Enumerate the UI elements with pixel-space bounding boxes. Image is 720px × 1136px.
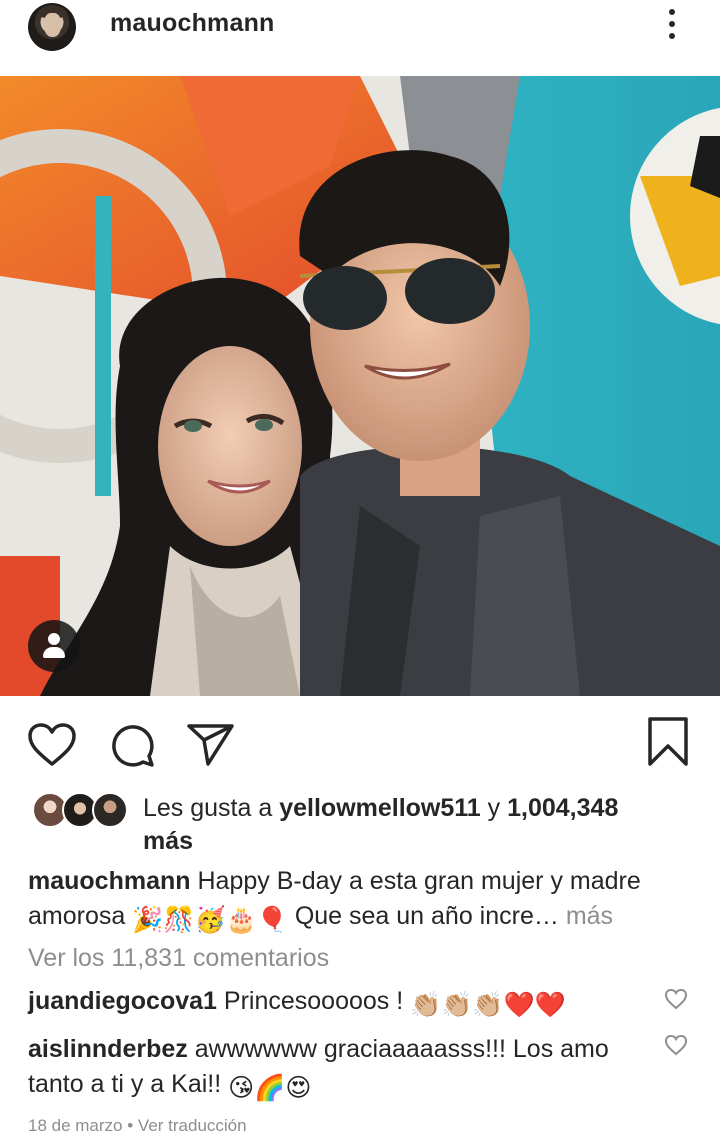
- comment-text: Princesooooos !: [223, 987, 404, 1015]
- likes-count[interactable]: 1,004,348: [507, 794, 618, 822]
- caption-emojis: 🎉🎊🥳🎂🎈: [132, 906, 288, 934]
- post-photo[interactable]: [0, 76, 720, 696]
- post-caption: mauochmann Happy B-day a esta gran mujer…: [28, 864, 688, 938]
- likes-connector: y: [487, 794, 501, 822]
- comment-emojis: 👏🏼👏🏼👏🏼❤️❤️: [410, 991, 566, 1019]
- comment-username[interactable]: juandiegocova1: [28, 987, 217, 1015]
- kebab-icon[interactable]: [660, 7, 684, 41]
- comment-like-icon[interactable]: [664, 988, 688, 1010]
- comment-like-icon[interactable]: [664, 1034, 688, 1056]
- comment-username[interactable]: aislinnderbez: [28, 1035, 188, 1063]
- profile-avatar[interactable]: [28, 3, 76, 51]
- comment-item: juandiegocova1 Princesooooos ! 👏🏼👏🏼👏🏼❤️❤…: [28, 984, 648, 1023]
- comment-item: aislinnderbez awwwwww graciaaaaasss!!! L…: [28, 1032, 648, 1106]
- likes-prefix: Les gusta a: [143, 794, 273, 822]
- likes-text[interactable]: Les gusta a yellowmellow511 y 1,004,348 …: [143, 792, 703, 858]
- caption-text-continued: Que sea un año incre…: [294, 902, 559, 930]
- translate-link[interactable]: Ver traducción: [138, 1116, 247, 1135]
- view-comments-link[interactable]: Ver los 11,831 comentarios: [28, 944, 329, 973]
- bookmark-icon[interactable]: [644, 716, 692, 768]
- comment-icon[interactable]: [108, 722, 156, 768]
- post-header: mauochmann: [0, 0, 720, 76]
- user-tag-icon[interactable]: [28, 620, 80, 672]
- send-icon[interactable]: [186, 720, 236, 768]
- post-meta: 18 de marzo • Ver traducción: [28, 1116, 247, 1136]
- comment-emojis: 😘🌈😍: [228, 1074, 312, 1102]
- caption-username[interactable]: mauochmann: [28, 867, 191, 895]
- likes-suffix[interactable]: más: [143, 827, 193, 855]
- photo-image: [0, 76, 720, 696]
- post-date: 18 de marzo: [28, 1116, 123, 1135]
- post-username[interactable]: mauochmann: [110, 9, 275, 38]
- caption-more-link[interactable]: más: [566, 902, 613, 930]
- liker-avatar[interactable]: [92, 792, 128, 828]
- meta-separator: •: [127, 1116, 138, 1135]
- liker-username[interactable]: yellowmellow511: [279, 794, 481, 822]
- heart-icon[interactable]: [27, 722, 77, 768]
- action-bar: [0, 712, 720, 774]
